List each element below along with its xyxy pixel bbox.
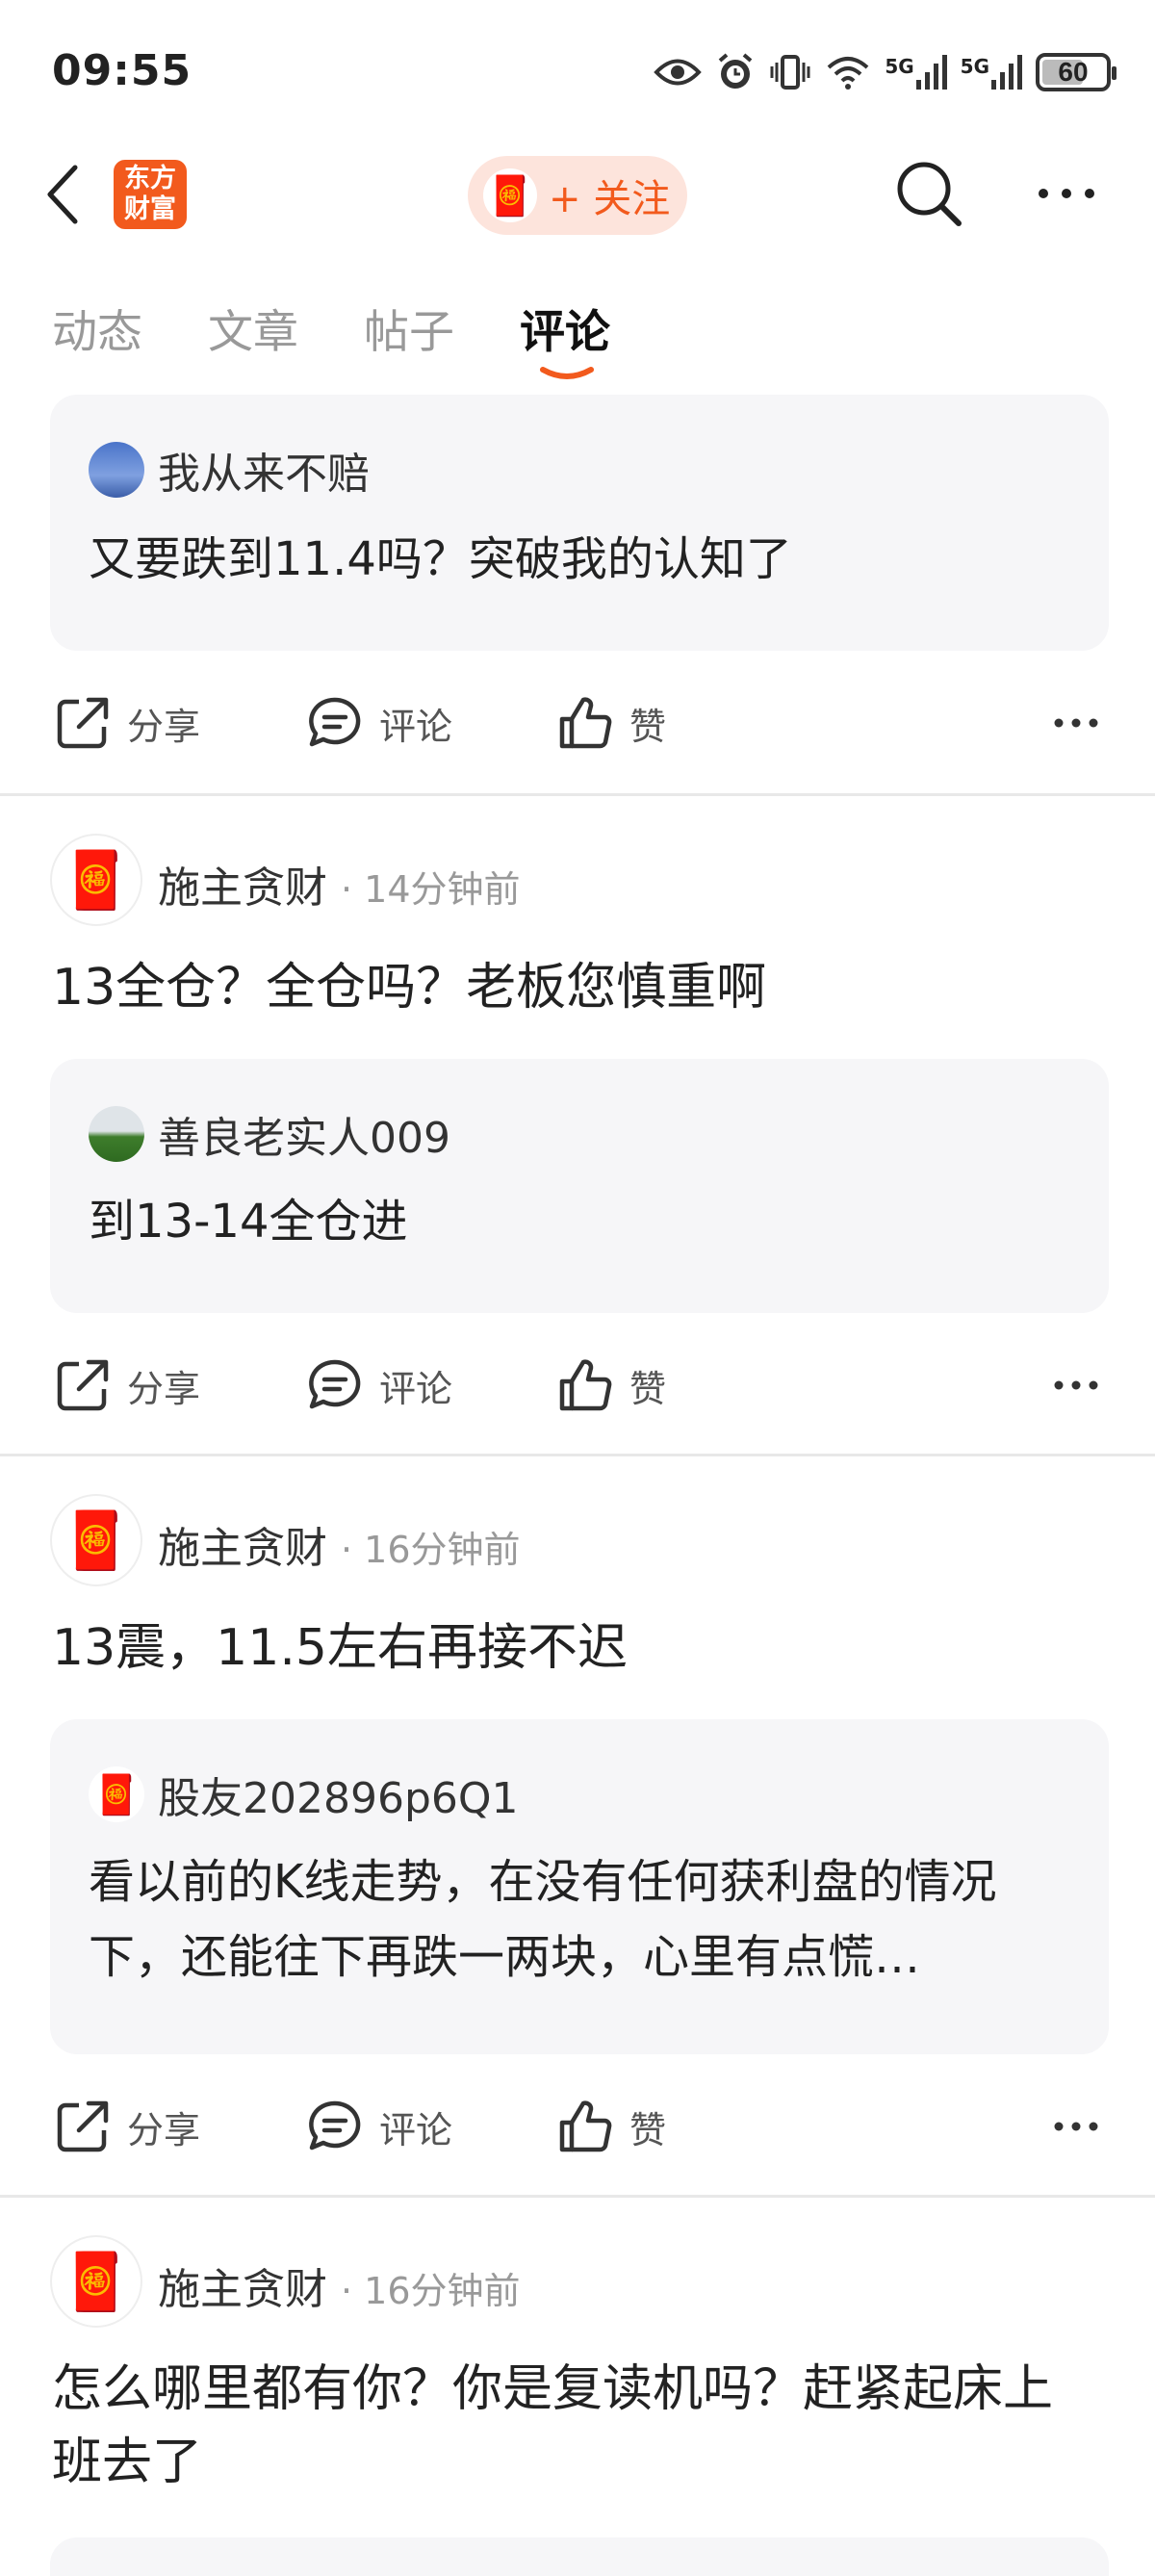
- avatar: [89, 1106, 144, 1162]
- timestamp: · 16分钟前: [341, 1529, 521, 1571]
- tab-dynamics[interactable]: 动态: [52, 295, 142, 361]
- wifi-icon: [827, 57, 869, 90]
- author-name[interactable]: 施主贪财 · 16分钟前: [158, 1513, 521, 1575]
- more-icon: [1039, 189, 1094, 198]
- share-button[interactable]: 分享: [54, 670, 200, 776]
- item-more-button[interactable]: [1053, 1332, 1099, 1438]
- like-icon: [559, 2100, 612, 2152]
- share-button[interactable]: 分享: [54, 1332, 200, 1438]
- quoted-comment-card[interactable]: 善良老实人009 到13-14全仓进: [50, 1059, 1109, 1313]
- follow-label: + 关注: [549, 177, 671, 221]
- comment-label: 评论: [379, 1367, 453, 1410]
- comment-button[interactable]: 评论: [306, 1332, 452, 1438]
- comment-button[interactable]: 评论: [306, 670, 452, 776]
- share-label: 分享: [127, 1367, 201, 1410]
- divider: [0, 2195, 1155, 2198]
- avatar[interactable]: 🧧: [50, 1494, 142, 1586]
- timestamp: · 16分钟前: [341, 2270, 521, 2312]
- share-icon: [57, 697, 109, 749]
- comment-button[interactable]: 评论: [306, 2074, 452, 2179]
- more-icon: [1054, 1380, 1098, 1390]
- active-tab-indicator: [540, 367, 594, 379]
- user-avatar: 🧧: [483, 168, 537, 222]
- search-button[interactable]: [893, 158, 964, 229]
- back-button[interactable]: [46, 156, 94, 233]
- status-time: 09:55: [52, 46, 192, 95]
- battery-level: 60: [1058, 57, 1089, 87]
- follow-button[interactable]: 🧧 + 关注: [468, 156, 687, 235]
- comment-text: 怎么哪里都有你？你是复读机吗？赶紧起床上班去了: [52, 2360, 1054, 2491]
- divider: [0, 1454, 1155, 1456]
- tab-comments[interactable]: 评论: [520, 295, 610, 361]
- quoted-text: 又要跌到11.4吗？突破我的认知了: [89, 532, 792, 586]
- signal-5g-1: 5G: [885, 55, 947, 90]
- quoted-username[interactable]: 善良老实人009: [158, 1103, 450, 1165]
- share-icon: [57, 2100, 109, 2152]
- like-button[interactable]: 赞: [556, 1332, 666, 1438]
- signal-icon: [915, 55, 947, 90]
- search-icon: [897, 162, 962, 226]
- share-label: 分享: [127, 705, 201, 748]
- comment-text: 13震，11.5左右再接不迟: [52, 1619, 628, 1677]
- action-bar: 分享 评论 赞: [0, 2074, 1155, 2179]
- alarm-icon: [719, 53, 753, 89]
- timestamp: · 14分钟前: [341, 868, 521, 911]
- comment-label: 评论: [379, 2108, 453, 2151]
- quoted-text: 到13-14全仓进: [89, 1195, 408, 1249]
- author-name[interactable]: 施主贪财 · 16分钟前: [158, 2254, 521, 2316]
- status-icons: 5G 5G 60: [654, 48, 1116, 96]
- quoted-comment-card[interactable]: [50, 2537, 1109, 2576]
- more-icon: [1054, 718, 1098, 728]
- action-bar: 分享 评论 赞: [0, 670, 1155, 776]
- author-name-text: 施主贪财: [158, 863, 327, 913]
- avatar[interactable]: 🧧: [50, 2235, 142, 2328]
- tab-posts[interactable]: 帖子: [364, 295, 454, 361]
- network-label: 5G: [960, 55, 989, 78]
- comment-text: 13全仓？全仓吗？老板您慎重啊: [52, 959, 767, 1017]
- quoted-username[interactable]: 我从来不赔: [158, 439, 370, 501]
- share-icon: [57, 1359, 109, 1411]
- comment-icon: [309, 1359, 361, 1409]
- more-menu-button[interactable]: [1036, 179, 1097, 208]
- eye-icon: [654, 59, 703, 86]
- like-icon: [559, 1359, 612, 1411]
- avatar: [89, 442, 144, 498]
- avatar: 🧧: [89, 1766, 144, 1822]
- quoted-text: 看以前的K线走势，在没有任何获利盘的情况下，还能往下再跌一两块，心里有点慌…: [89, 1855, 997, 1984]
- author-name-text: 施主贪财: [158, 2265, 327, 2314]
- back-icon: [47, 165, 78, 224]
- like-label: 赞: [629, 1367, 667, 1410]
- divider: [0, 793, 1155, 796]
- author-name[interactable]: 施主贪财 · 14分钟前: [158, 853, 521, 914]
- comment-icon: [309, 2100, 361, 2151]
- like-button[interactable]: 赞: [556, 670, 666, 776]
- item-more-button[interactable]: [1053, 2074, 1099, 2179]
- like-label: 赞: [629, 705, 667, 748]
- signal-icon: [991, 55, 1022, 90]
- comment-label: 评论: [379, 705, 453, 748]
- share-button[interactable]: 分享: [54, 2074, 200, 2179]
- logo-text-line2: 财富: [124, 194, 176, 224]
- tab-articles[interactable]: 文章: [208, 295, 298, 361]
- like-icon: [559, 697, 612, 749]
- avatar[interactable]: 🧧: [50, 834, 142, 926]
- battery-indicator: 60: [1036, 53, 1116, 91]
- network-label: 5G: [885, 55, 914, 78]
- logo-text-line1: 东方: [124, 164, 176, 193]
- like-label: 赞: [629, 2108, 667, 2151]
- quoted-comment-card[interactable]: 我从来不赔 又要跌到11.4吗？突破我的认知了: [50, 395, 1109, 651]
- item-more-button[interactable]: [1053, 670, 1099, 776]
- app-logo[interactable]: 东方 财富: [114, 160, 187, 229]
- more-icon: [1054, 2122, 1098, 2131]
- like-button[interactable]: 赞: [556, 2074, 666, 2179]
- author-name-text: 施主贪财: [158, 1524, 327, 1573]
- share-label: 分享: [127, 2108, 201, 2151]
- vibrate-icon: [770, 55, 810, 90]
- quoted-comment-card[interactable]: 🧧 股友202896p6Q1 看以前的K线走势，在没有任何获利盘的情况下，还能往…: [50, 1719, 1109, 2054]
- signal-5g-2: 5G: [961, 55, 1022, 90]
- quoted-username[interactable]: 股友202896p6Q1: [158, 1764, 519, 1825]
- action-bar: 分享 评论 赞: [0, 1332, 1155, 1438]
- comment-icon: [309, 697, 361, 747]
